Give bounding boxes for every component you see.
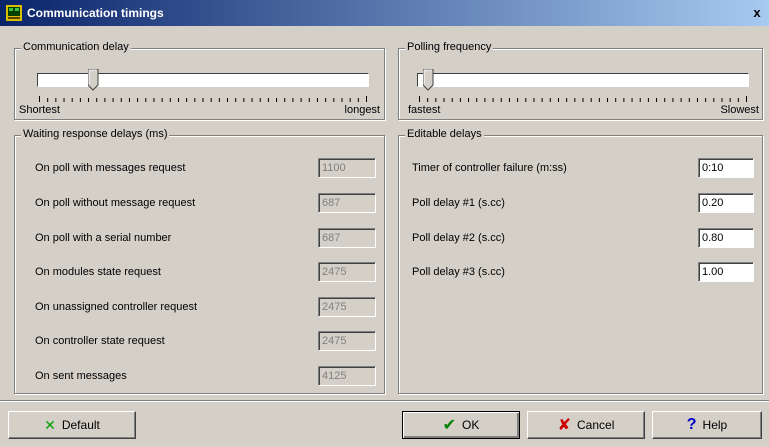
question-mark-icon: ? [686, 416, 697, 433]
green-x-icon: ✕ [44, 416, 56, 433]
communication-delay-max-label: longest [344, 104, 380, 116]
ok-button-label: OK [462, 418, 480, 432]
waiting-response-delays-label: Waiting response delays (ms) [21, 128, 170, 140]
polling-frequency-label: Polling frequency [405, 41, 494, 53]
help-button-label: Help [702, 418, 728, 432]
checkmark-icon: ✔ [442, 417, 457, 434]
controller-failure-timer-input[interactable]: 0:10 [698, 158, 754, 178]
poll-delay-3-input[interactable]: 1.00 [698, 262, 754, 282]
editable-row-label: Poll delay #1 (s.cc) [412, 197, 505, 209]
help-button[interactable]: ? Help [652, 411, 762, 439]
red-x-icon: ✘ [557, 417, 572, 434]
editable-delays-group: Editable delays Timer of controller fail… [398, 128, 763, 394]
waiting-row-label: On poll with a serial number [35, 232, 172, 244]
window-title: Communication timings [27, 6, 164, 20]
close-icon[interactable]: x [749, 5, 765, 21]
ok-button[interactable]: ✔ OK [402, 411, 520, 439]
waiting-row-label: On poll with messages request [35, 162, 186, 174]
waiting-row-field: 1100 [318, 158, 376, 178]
waiting-row-label: On poll without message request [35, 197, 196, 209]
communication-delay-track[interactable] [37, 73, 369, 87]
waiting-row-label: On controller state request [35, 335, 165, 347]
default-button[interactable]: ✕ Default [8, 411, 136, 439]
waiting-row-field: 2475 [318, 262, 376, 282]
polling-frequency-max-label: Slowest [720, 104, 759, 116]
editable-delays-label: Editable delays [405, 128, 484, 140]
cancel-button[interactable]: ✘ Cancel [527, 411, 645, 439]
default-button-label: Default [61, 418, 100, 432]
waiting-row-field: 687 [318, 228, 376, 248]
waiting-row-label: On sent messages [35, 370, 127, 382]
editable-row-label: Poll delay #3 (s.cc) [412, 266, 505, 278]
waiting-row-field: 2475 [318, 331, 376, 351]
waiting-row-field: 687 [318, 193, 376, 213]
waiting-response-delays-group: Waiting response delays (ms) On poll wit… [14, 128, 385, 394]
polling-frequency-track[interactable] [417, 73, 749, 87]
button-bar: ✕ Default ✔ OK ✘ Cancel ? Help [0, 400, 769, 447]
poll-delay-1-input[interactable]: 0.20 [698, 193, 754, 213]
polling-frequency-ticks [419, 96, 747, 102]
cancel-button-label: Cancel [577, 418, 615, 432]
communication-delay-label: Communication delay [21, 41, 131, 53]
poll-delay-2-input[interactable]: 0.80 [698, 228, 754, 248]
communication-delay-slider-thumb[interactable] [88, 69, 99, 91]
communication-delay-ticks [39, 96, 367, 102]
communication-delay-group: Communication delay Shortest longest [14, 41, 385, 120]
polling-frequency-min-label: fastest [408, 104, 441, 116]
waiting-row-field: 4125 [318, 366, 376, 386]
communication-delay-min-label: Shortest [19, 104, 60, 116]
dialog-window: Communication timings x Communication de… [0, 0, 769, 447]
editable-row-label: Poll delay #2 (s.cc) [412, 232, 505, 244]
waiting-row-label: On unassigned controller request [35, 301, 198, 313]
waiting-row-label: On modules state request [35, 266, 161, 278]
app-icon [6, 5, 22, 21]
polling-frequency-group: Polling frequency fastest Slowest [398, 41, 763, 120]
polling-frequency-slider-thumb[interactable] [423, 69, 434, 91]
editable-row-label: Timer of controller failure (m:ss) [412, 162, 567, 174]
title-bar[interactable]: Communication timings x [0, 0, 769, 26]
waiting-row-field: 2475 [318, 297, 376, 317]
